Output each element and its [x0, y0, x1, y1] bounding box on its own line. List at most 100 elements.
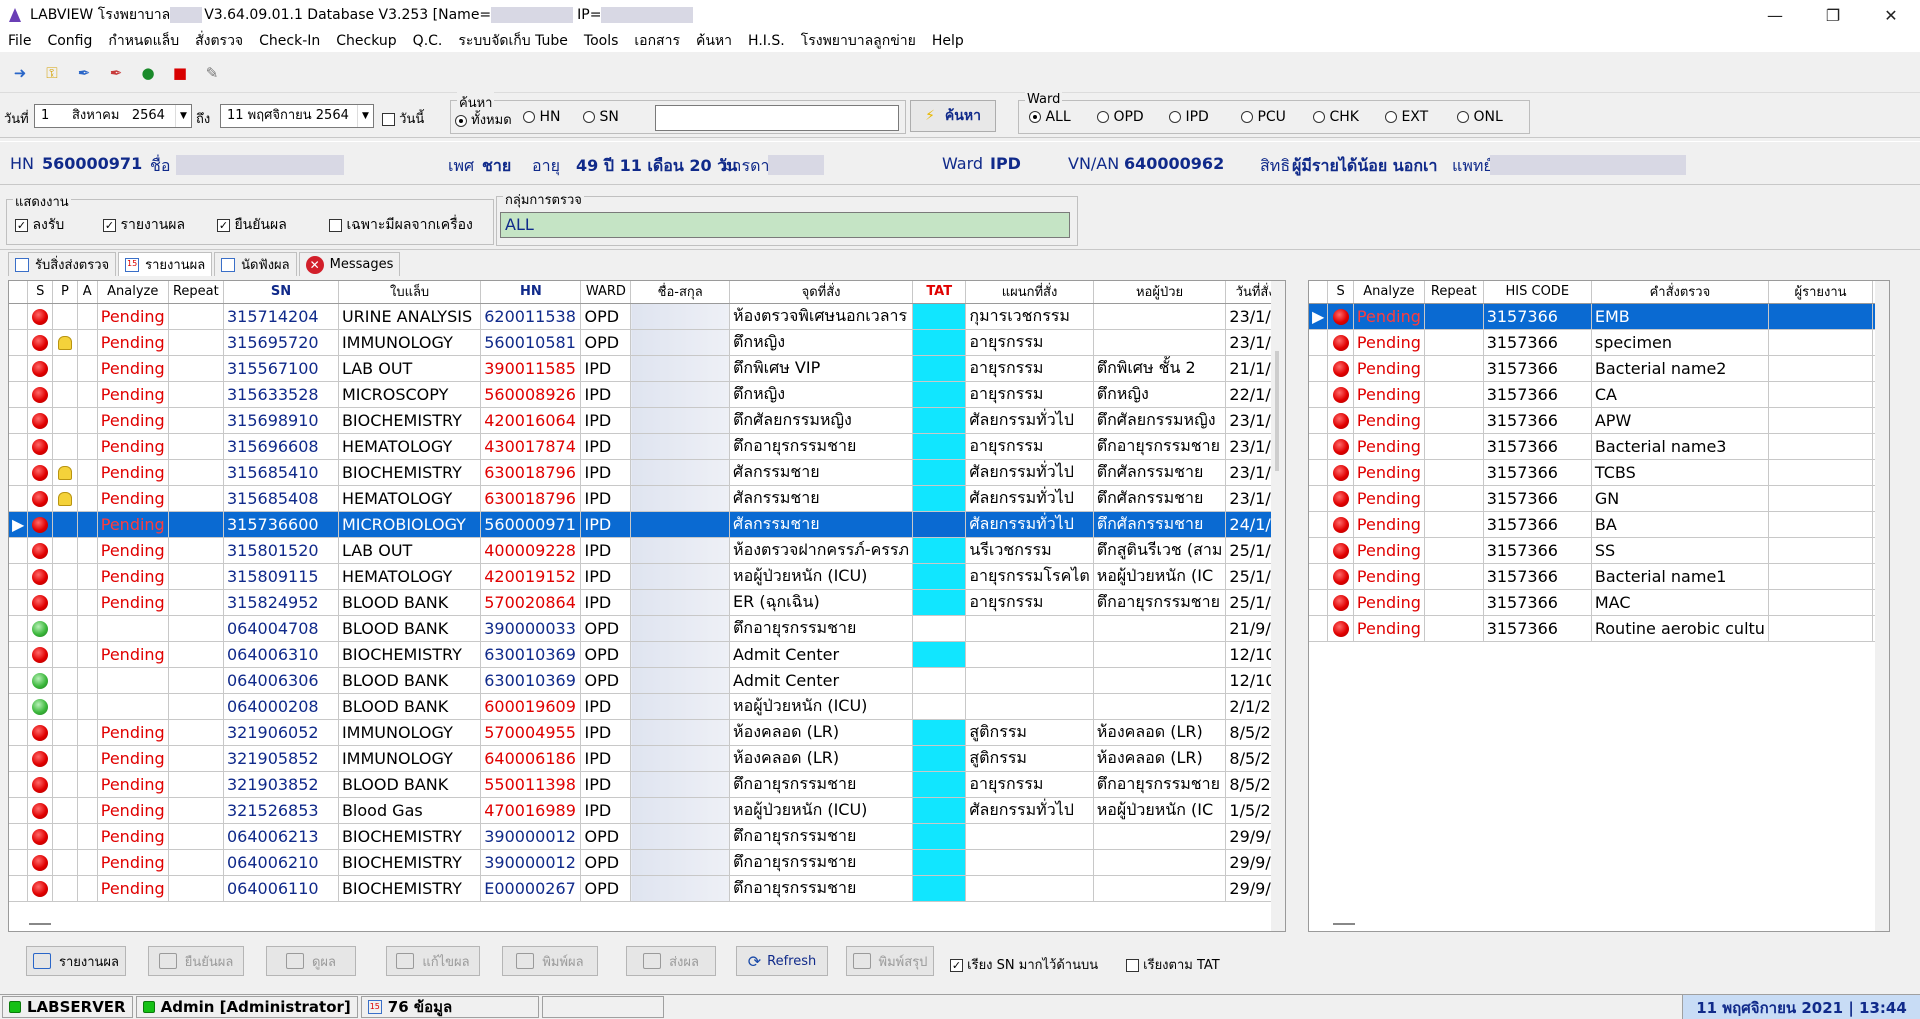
col-dept[interactable]: แผนกที่สั่ง [965, 281, 1094, 304]
table-row[interactable]: Pending 315809115 HEMATOLOGY 420019152 IPD หอ… [9, 563, 1285, 590]
view-result-button[interactable]: ดูผล [266, 946, 356, 976]
key-icon[interactable]: ⚿ [40, 61, 64, 85]
sort-sn-option[interactable]: ✓ เรียง SN มากไว้ด้านบน [950, 954, 1098, 975]
report-option[interactable]: ✓ รายงานผล [103, 214, 185, 236]
ward-option-ipd[interactable]: IPD [1169, 109, 1209, 125]
search-sn-option[interactable]: SN [583, 109, 619, 125]
tab-messages[interactable]: ✕ Messages [298, 252, 401, 276]
search-button[interactable]: ⚡ ค้นหา [910, 100, 996, 132]
table-row[interactable]: Pending 315696608 HEMATOLOGY 430017874 IPD ตึ… [9, 433, 1285, 460]
sort-tat-checkbox[interactable] [1126, 959, 1139, 972]
col-s[interactable]: S [27, 281, 54, 304]
table-row[interactable]: 064000208 BLOOD BANK 600019609 IPD หอผู้ป่วย… [9, 693, 1285, 720]
tab-appointment[interactable]: นัดฟังผล [214, 252, 297, 276]
sort-tat-option[interactable]: เรียงตาม TAT [1126, 954, 1220, 975]
syringe-icon[interactable]: ✒ [104, 61, 128, 85]
table-row[interactable]: 064004708 BLOOD BANK 390000033 OPD ตึกอายุรก… [9, 615, 1285, 642]
report-checkbox[interactable]: ✓ [103, 218, 116, 232]
col-s[interactable]: S [1327, 281, 1354, 304]
pipette-icon[interactable]: ✒ [72, 61, 96, 85]
table-row[interactable]: 064006306 BLOOD BANK 630010369 OPD Admit Cen… [9, 667, 1285, 694]
ward-option-onl[interactable]: ONL [1457, 109, 1503, 125]
confirm-checkbox[interactable]: ✓ [217, 218, 230, 232]
table-row[interactable]: Pending 3157366 SS [1309, 537, 1889, 564]
table-row[interactable]: Pending 321526853 Blood Gas 470016989 IPD หอผ… [9, 797, 1285, 824]
table-row[interactable]: Pending 064006310 BIOCHEMISTRY 630010369 OPD… [9, 641, 1285, 668]
to-date-select[interactable]: 11 พฤศจิกายน 2564 ▼ [220, 104, 374, 128]
col-analyze[interactable]: Analyze [1353, 281, 1425, 304]
col-a[interactable]: A [77, 281, 98, 304]
search-all-radio[interactable] [455, 114, 467, 127]
menu-documents[interactable]: เอกสาร [626, 30, 688, 52]
table-row[interactable]: Pending 321905852 IMMUNOLOGY 640006186 IPD ห้… [9, 745, 1285, 772]
col-unit[interactable]: หอผู้ป่วย [1093, 281, 1227, 304]
menu-checkup[interactable]: Checkup [328, 30, 404, 52]
table-row[interactable]: Pending 3157366 Bacterial name2 [1309, 355, 1889, 382]
specimen-grid-hscroll-thumb[interactable] [29, 923, 51, 925]
table-row[interactable]: Pending 315801520 LAB OUT 400009228 IPD ห้องต… [9, 537, 1285, 564]
tab-report[interactable]: 15 รายงานผล [118, 252, 213, 276]
col-ward[interactable]: WARD [580, 281, 632, 304]
ward-option-chk[interactable]: CHK [1313, 109, 1359, 125]
table-row[interactable]: Pending 064006213 BIOCHEMISTRY 390000012 OPD… [9, 823, 1285, 850]
table-row[interactable]: Pending 315824952 BLOOD BANK 570020864 IPD ER… [9, 589, 1285, 616]
table-row[interactable]: ▶ Pending 315736600 MICROBIOLOGY 560000971 IP… [9, 511, 1285, 538]
table-row[interactable]: Pending 315685408 HEMATOLOGY 630018796 IPD ศั… [9, 485, 1285, 512]
ward-option-ext[interactable]: EXT [1385, 109, 1428, 125]
restore-button[interactable]: ❐ [1804, 0, 1862, 30]
refresh-button[interactable]: ⟳ Refresh [736, 946, 828, 976]
table-row[interactable]: Pending 3157366 APW [1309, 407, 1889, 434]
col-p[interactable]: P [52, 281, 78, 304]
col-analyze[interactable]: Analyze [97, 281, 169, 304]
search-input[interactable] [655, 105, 899, 131]
test-order-grid-scrollbar[interactable] [1875, 281, 1889, 931]
col-tat[interactable]: TAT [912, 281, 967, 304]
table-row[interactable]: Pending 3157366 TCBS [1309, 459, 1889, 486]
sort-sn-checkbox[interactable]: ✓ [950, 959, 963, 972]
col-reporter[interactable]: ผู้รายงาน [1768, 281, 1874, 304]
table-row[interactable]: Pending 315567100 LAB OUT 390011585 IPD ตึกพิ… [9, 355, 1285, 382]
confirm-option[interactable]: ✓ ยืนยันผล [217, 214, 287, 236]
menu-config[interactable]: Config [39, 30, 100, 52]
menu-help[interactable]: Help [924, 30, 972, 52]
test-order-grid-hscroll-thumb[interactable] [1333, 923, 1355, 925]
received-checkbox[interactable]: ✓ [15, 218, 28, 232]
col-order-point[interactable]: จุดที่สั่ง [729, 281, 914, 304]
table-row[interactable]: Pending 3157366 CA [1309, 381, 1889, 408]
menu-check-in[interactable]: Check-In [251, 30, 328, 52]
col-hn[interactable]: HN [480, 281, 582, 304]
menu-his[interactable]: H.I.S. [740, 30, 793, 52]
table-row[interactable]: Pending 315714204 URINE ANALYSIS 620011538 O… [9, 303, 1285, 330]
col-repeat[interactable]: Repeat [1424, 281, 1484, 304]
today-checkbox[interactable] [382, 113, 395, 126]
table-row[interactable]: Pending 315695720 IMMUNOLOGY 560010581 OPD ตึ… [9, 329, 1285, 356]
tab-receive-specimen[interactable]: รับสิ่งส่งตรวจ [8, 252, 117, 276]
menu-file[interactable]: File [0, 30, 39, 52]
stop-icon[interactable]: ■ [168, 61, 192, 85]
specimen-grid-scroll-thumb[interactable] [1275, 351, 1279, 471]
table-row[interactable]: Pending 3157366 GN [1309, 485, 1889, 512]
table-row[interactable]: ▶ Pending 3157366 EMB [1309, 303, 1889, 330]
minimize-button[interactable]: — [1746, 0, 1804, 30]
table-row[interactable]: Pending 3157366 Bacterial name1 [1309, 563, 1889, 590]
print-summary-button[interactable]: พิมพ์สรุป [846, 946, 934, 976]
col-sn[interactable]: SN [223, 281, 339, 304]
table-row[interactable]: Pending 315698910 BIOCHEMISTRY 420016064 IPD… [9, 407, 1285, 434]
menu-search[interactable]: ค้นหา [688, 30, 740, 52]
menu-qc[interactable]: Q.C. [405, 30, 451, 52]
ward-option-opd[interactable]: OPD [1097, 109, 1144, 125]
ward-option-pcu[interactable]: PCU [1241, 109, 1286, 125]
col-repeat[interactable]: Repeat [168, 281, 224, 304]
table-row[interactable]: Pending 315633528 MICROSCOPY 560008926 IPD ตึ… [9, 381, 1285, 408]
table-row[interactable]: Pending 3157366 MAC [1309, 589, 1889, 616]
confirm-button[interactable]: ยืนยันผล [148, 946, 244, 976]
menu-define-lab[interactable]: กำหนดแล็บ [100, 30, 187, 52]
menu-network-hospital[interactable]: โรงพยาบาลลูกข่าย [793, 30, 924, 52]
table-row[interactable]: Pending 3157366 Bacterial name3 [1309, 433, 1889, 460]
table-row[interactable]: Pending 315685410 BIOCHEMISTRY 630018796 IPD… [9, 459, 1285, 486]
globe-icon[interactable]: ● [136, 61, 160, 85]
edit-result-button[interactable]: แก้ไขผล [386, 946, 480, 976]
table-row[interactable]: Pending 321906052 IMMUNOLOGY 570004955 IPD ห้… [9, 719, 1285, 746]
search-sn-radio[interactable] [583, 111, 595, 123]
col-lab[interactable]: ใบแล็บ [338, 281, 482, 304]
